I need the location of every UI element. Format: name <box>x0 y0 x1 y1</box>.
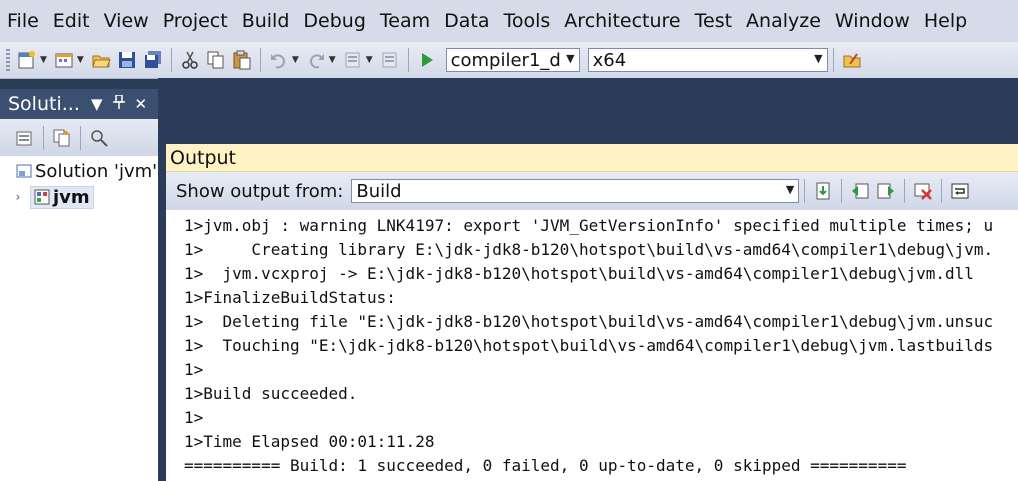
configuration-value: compiler1_d <box>450 49 561 71</box>
cut-icon[interactable] <box>179 49 201 71</box>
output-toolbar: Show output from: Build ▼ <box>166 172 1018 210</box>
standard-toolbar: ▼ ▼ ▼ ▼ ▼ compiler1_d ▼ x64 ▼ <box>0 42 1018 79</box>
toolbar-separator <box>832 48 834 72</box>
undo-icon[interactable] <box>268 49 290 71</box>
menu-build[interactable]: Build <box>235 0 297 42</box>
menu-window[interactable]: Window <box>828 0 917 42</box>
paste-icon[interactable] <box>231 49 253 71</box>
go-to-build-error-icon[interactable] <box>812 180 834 202</box>
tree-item-selection: jvm <box>30 185 94 209</box>
output-line: 1> <box>184 408 204 427</box>
chevron-down-icon[interactable]: ▼ <box>329 55 336 65</box>
navigate-backward-icon[interactable] <box>342 49 364 71</box>
save-icon[interactable] <box>116 49 138 71</box>
output-line: ========== Build: 1 succeeded, 0 failed,… <box>184 456 907 475</box>
redo-icon[interactable] <box>305 49 327 71</box>
start-debugging-icon[interactable] <box>416 49 438 71</box>
properties-icon[interactable] <box>14 127 36 149</box>
solution-platform-select[interactable]: x64 ▼ <box>587 48 828 72</box>
clear-all-icon[interactable] <box>912 180 934 202</box>
menu-architecture[interactable]: Architecture <box>557 0 687 42</box>
toggle-word-wrap-icon[interactable] <box>949 180 971 202</box>
save-all-icon[interactable] <box>142 49 164 71</box>
menu-debug[interactable]: Debug <box>296 0 372 42</box>
toolbar-separator <box>43 125 44 150</box>
menu-data[interactable]: Data <box>437 0 496 42</box>
navigate-forward-icon[interactable] <box>379 49 401 71</box>
output-line: 1> Creating library E:\jdk-jdk8-b120\hot… <box>184 240 994 259</box>
menu-project[interactable]: Project <box>156 0 235 42</box>
document-well <box>158 78 1018 144</box>
output-line: 1> Touching "E:\jdk-jdk8-b120\hotspot\bu… <box>184 336 994 355</box>
output-line: 1> <box>184 360 204 379</box>
solution-tree: Solution 'jvm' › jvm <box>0 156 158 481</box>
menu-edit[interactable]: Edit <box>46 0 97 42</box>
output-window-title: Output <box>170 146 236 169</box>
output-line: 1>Build succeeded. <box>184 384 358 403</box>
window-position-dropdown-icon[interactable]: ▼ <box>91 95 103 113</box>
copy-icon[interactable] <box>205 49 227 71</box>
toolbar-separator <box>804 179 806 203</box>
toolbar-separator <box>407 48 409 72</box>
menu-tools[interactable]: Tools <box>496 0 557 42</box>
toolbar-separator <box>941 179 943 203</box>
cpp-project-icon <box>34 189 50 205</box>
show-all-files-icon[interactable] <box>51 127 73 149</box>
pin-icon[interactable] <box>112 94 125 113</box>
chevron-down-icon[interactable]: ▼ <box>40 55 47 65</box>
solution-configuration-select[interactable]: compiler1_d ▼ <box>445 48 580 72</box>
output-line: 1>FinalizeBuildStatus: <box>184 288 396 307</box>
chevron-down-icon[interactable]: ▼ <box>292 55 299 65</box>
platform-value: x64 <box>592 49 627 71</box>
solution-explorer-toolbar <box>0 119 158 156</box>
find-previous-message-icon[interactable] <box>849 180 871 202</box>
splitter[interactable] <box>158 144 166 481</box>
tree-item-jvm-project[interactable]: › jvm <box>0 184 94 210</box>
tree-item-solution[interactable]: Solution 'jvm' <box>16 158 157 184</box>
output-line: 1>Time Elapsed 00:01:11.28 <box>184 432 435 451</box>
menu-test[interactable]: Test <box>688 0 739 42</box>
menu-view[interactable]: View <box>97 0 156 42</box>
new-project-icon[interactable] <box>16 49 38 71</box>
chevron-down-icon: ▼ <box>814 52 823 65</box>
tree-item-label: Solution 'jvm' <box>35 160 158 182</box>
close-icon[interactable]: ✕ <box>135 95 148 113</box>
menu-bar: File Edit View Project Build Debug Team … <box>0 0 1018 42</box>
output-source-value: Build <box>356 180 402 202</box>
toolbar-separator <box>80 125 81 150</box>
toolbar-separator <box>841 179 843 203</box>
show-output-from-label: Show output from: <box>176 180 344 202</box>
menu-team[interactable]: Team <box>373 0 437 42</box>
output-line: 1> jvm.vcxproj -> E:\jdk-jdk8-b120\hotsp… <box>184 264 974 283</box>
toolbar-grip[interactable] <box>6 49 10 71</box>
solution-explorer-title: Soluti... <box>8 93 80 115</box>
output-line: 1> Deleting file "E:\jdk-jdk8-b120\hotsp… <box>184 312 994 331</box>
chevron-down-icon[interactable]: ▼ <box>366 55 373 65</box>
menu-analyze[interactable]: Analyze <box>739 0 828 42</box>
chevron-down-icon: ▼ <box>566 52 575 65</box>
solution-icon <box>16 163 32 179</box>
chevron-down-icon[interactable]: ▼ <box>77 55 84 65</box>
output-window-title-bar: Output <box>166 144 1018 172</box>
menu-file[interactable]: File <box>0 0 46 42</box>
view-class-diagram-icon[interactable] <box>88 127 110 149</box>
find-in-files-icon[interactable] <box>841 49 863 71</box>
find-next-message-icon[interactable] <box>875 180 897 202</box>
expand-arrow-icon[interactable]: › <box>10 190 26 204</box>
menu-help[interactable]: Help <box>917 0 974 42</box>
tree-item-label: jvm <box>53 186 90 208</box>
open-file-icon[interactable] <box>90 49 112 71</box>
solution-explorer-title-bar: Soluti... ▼ ✕ <box>0 89 158 119</box>
toolbar-separator <box>170 48 172 72</box>
output-source-select[interactable]: Build ▼ <box>351 179 800 203</box>
toolbar-separator <box>904 179 906 203</box>
add-item-icon[interactable] <box>53 49 75 71</box>
toolbar-separator <box>259 48 261 72</box>
chevron-down-icon: ▼ <box>785 183 795 196</box>
output-text-area[interactable]: 1>jvm.obj : warning LNK4197: export 'JVM… <box>166 210 1018 481</box>
output-line: 1>jvm.obj : warning LNK4197: export 'JVM… <box>184 216 994 235</box>
